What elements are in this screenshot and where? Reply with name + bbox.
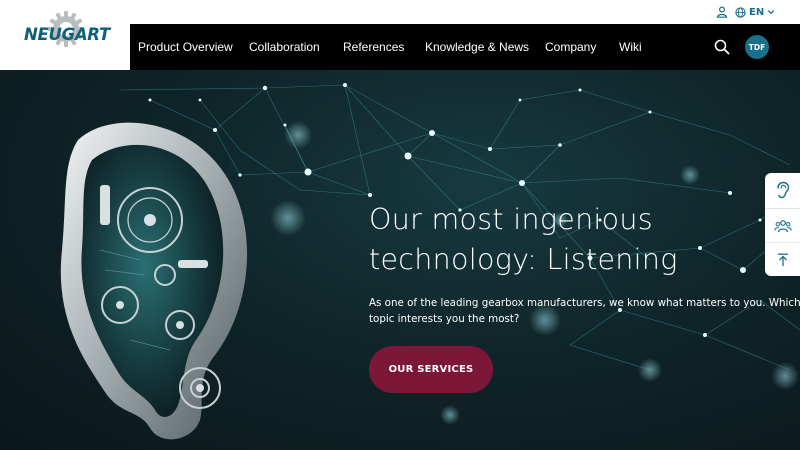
hero-title-line-2: technology: Listening (369, 243, 678, 276)
user-icon (716, 6, 728, 18)
scroll-top-icon (777, 253, 788, 266)
language-selector[interactable]: EN (735, 4, 775, 20)
globe-icon (735, 6, 746, 18)
our-services-button[interactable]: OUR SERVICES (369, 346, 493, 393)
hero-title-line-1: Our most ingenious (369, 203, 653, 236)
side-toolbar (765, 173, 800, 276)
contact-team-button[interactable] (765, 208, 800, 242)
hero-section: Our most ingenious technology: Listening… (0, 70, 800, 450)
logo[interactable]: NEUGART (0, 0, 130, 70)
hero-subtitle-line-2: topic interests you the most? (369, 313, 520, 325)
nav-item-wiki[interactable]: Wiki (619, 40, 642, 54)
ear-icon (776, 181, 789, 199)
mechanical-ear-illustration (60, 122, 248, 440)
language-code: EN (749, 6, 765, 18)
account-button[interactable] (716, 4, 728, 20)
nav-item-company[interactable]: Company (545, 40, 596, 54)
nav-item-product-overview[interactable]: Product Overview (138, 40, 233, 54)
avatar[interactable]: TDF (745, 35, 769, 59)
chevron-down-icon (767, 10, 775, 15)
listening-button[interactable] (765, 173, 800, 207)
people-icon (773, 219, 792, 232)
hero-subtitle-line-1: As one of the leading gearbox manufactur… (369, 297, 800, 309)
search-icon (714, 39, 730, 55)
scroll-top-button[interactable] (765, 242, 800, 276)
nav-item-collaboration[interactable]: Collaboration (249, 40, 320, 54)
search-button[interactable] (714, 39, 730, 59)
hero-title: Our most ingenious technology: Listening (369, 200, 769, 280)
nav-item-knowledge-news[interactable]: Knowledge & News (425, 40, 529, 54)
hero-subtitle: As one of the leading gearbox manufactur… (369, 295, 800, 327)
brand-name: NEUGART (24, 25, 110, 44)
nav-item-references[interactable]: References (343, 40, 404, 54)
